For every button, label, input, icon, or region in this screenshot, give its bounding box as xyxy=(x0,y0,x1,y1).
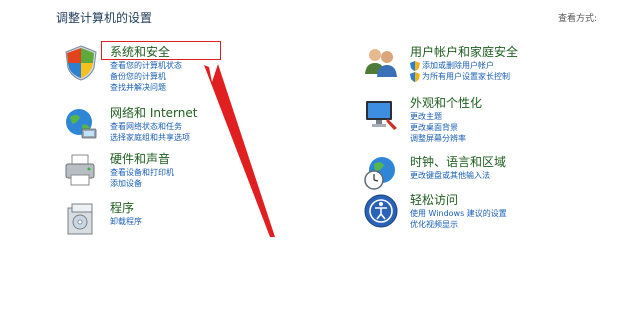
link-change-keyboard[interactable]: 更改键盘或其他输入法 xyxy=(410,170,506,181)
highlight-box xyxy=(101,41,221,60)
link-uninstall-program[interactable]: 卸载程序 xyxy=(110,216,142,227)
link-devices-printers[interactable]: 查看设备和打印机 xyxy=(110,167,174,178)
link-homegroup-sharing[interactable]: 选择家庭组和共享选项 xyxy=(110,132,197,143)
category-title-users[interactable]: 用户帐户和家庭安全 xyxy=(410,44,518,60)
link-change-theme[interactable]: 更改主题 xyxy=(410,111,482,122)
link-desktop-background[interactable]: 更改桌面背景 xyxy=(410,122,482,133)
network-globe-icon xyxy=(66,109,97,139)
category-title-programs[interactable]: 程序 xyxy=(110,200,142,216)
category-title-appearance[interactable]: 外观和个性化 xyxy=(410,95,482,111)
link-view-computer-status[interactable]: 查看您的计算机状态 xyxy=(110,60,182,71)
link-add-device[interactable]: 添加设备 xyxy=(110,178,174,189)
link-label: 添加或删除用户帐户 xyxy=(422,61,494,70)
shield-icon xyxy=(65,45,97,81)
link-windows-recommended-settings[interactable]: 使用 Windows 建议的设置 xyxy=(410,208,507,219)
programs-box-icon xyxy=(67,203,93,235)
printer-icon xyxy=(65,154,95,186)
uac-shield-icon xyxy=(410,61,420,71)
link-optimize-video[interactable]: 优化视频显示 xyxy=(410,219,507,230)
link-label: 为所有用户设置家长控制 xyxy=(422,72,510,81)
monitor-brush-icon xyxy=(366,101,397,130)
link-add-remove-accounts[interactable]: 添加或删除用户帐户 xyxy=(410,60,518,71)
page-title: 调整计算机的设置 xyxy=(56,11,153,25)
clock-globe-icon xyxy=(364,157,395,190)
view-by-label: 查看方式: xyxy=(558,14,598,24)
link-troubleshoot[interactable]: 查找并解决问题 xyxy=(110,82,182,93)
category-title-hardware[interactable]: 硬件和声音 xyxy=(110,151,174,167)
ease-of-access-icon xyxy=(364,194,398,228)
category-title-ease[interactable]: 轻松访问 xyxy=(410,192,507,208)
link-network-status[interactable]: 查看网络状态和任务 xyxy=(110,121,197,132)
category-title-network[interactable]: 网络和 Internet xyxy=(110,105,197,121)
link-parental-controls[interactable]: 为所有用户设置家长控制 xyxy=(410,71,518,82)
users-icon xyxy=(365,49,397,77)
link-screen-resolution[interactable]: 调整屏幕分辨率 xyxy=(410,133,482,144)
link-backup-computer[interactable]: 备份您的计算机 xyxy=(110,71,182,82)
uac-shield-icon xyxy=(410,72,420,82)
category-title-clock[interactable]: 时钟、语言和区域 xyxy=(410,154,506,170)
